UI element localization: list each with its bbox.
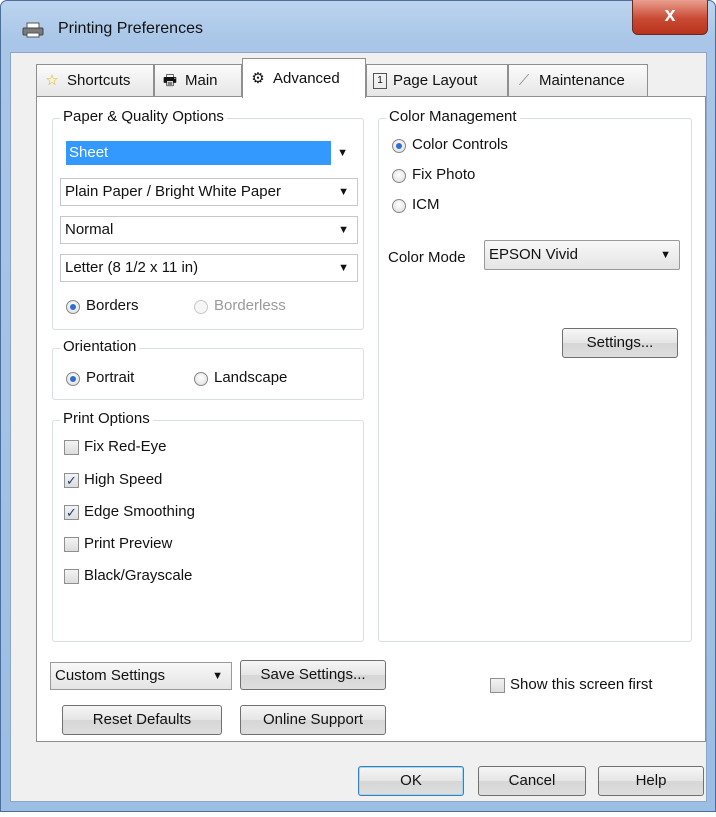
tab-maintenance[interactable]: ⟋ Maintenance xyxy=(508,64,648,96)
chevron-down-icon: ▼ xyxy=(660,249,671,261)
show-screen-first-checkbox[interactable] xyxy=(490,678,505,693)
save-settings-button[interactable]: Save Settings... xyxy=(240,660,386,690)
fix-photo-radio[interactable] xyxy=(392,169,406,183)
icm-label: ICM xyxy=(412,196,440,213)
fix-photo-label: Fix Photo xyxy=(412,166,476,183)
chevron-down-icon: ▼ xyxy=(338,224,349,236)
paper-type-value: Plain Paper / Bright White Paper xyxy=(65,183,281,200)
color-controls-radio[interactable] xyxy=(392,139,406,153)
tab-shortcuts[interactable]: ☆ Shortcuts xyxy=(36,64,154,96)
close-icon: x xyxy=(664,4,676,26)
tab-main[interactable]: 🖶 Main xyxy=(154,64,242,96)
high-speed-checkbox[interactable]: ✓ xyxy=(64,473,79,488)
close-button[interactable]: x xyxy=(632,0,708,35)
print-preview-checkbox[interactable] xyxy=(64,537,79,552)
chevron-down-icon: ▼ xyxy=(212,670,223,682)
landscape-label: Landscape xyxy=(214,369,288,386)
custom-settings-select[interactable]: Custom Settings ▼ xyxy=(50,662,232,690)
tab-label: Main xyxy=(185,71,218,89)
icm-radio[interactable] xyxy=(392,199,406,213)
color-settings-button[interactable]: Settings... xyxy=(562,328,678,358)
print-preview-label: Print Preview xyxy=(84,535,173,552)
chevron-down-icon: ▼ xyxy=(338,186,349,198)
tab-label: Advanced xyxy=(273,69,340,87)
custom-settings-value: Custom Settings xyxy=(55,667,166,684)
tab-label: Page Layout xyxy=(393,71,478,89)
ok-button[interactable]: OK xyxy=(358,766,464,796)
color-controls-label: Color Controls xyxy=(412,136,508,153)
portrait-radio[interactable] xyxy=(66,372,80,386)
paper-source-value: Sheet xyxy=(66,141,331,165)
chevron-down-icon: ▼ xyxy=(338,262,349,274)
tab-page-layout[interactable]: 1 Page Layout xyxy=(366,64,508,96)
edge-smoothing-label: Edge Smoothing xyxy=(84,503,195,520)
fix-red-eye-label: Fix Red-Eye xyxy=(84,438,167,455)
orientation-label: Orientation xyxy=(60,338,140,355)
window-title: Printing Preferences xyxy=(58,20,203,37)
paper-source-select[interactable]: Sheet ▼ xyxy=(62,140,356,165)
print-options-label: Print Options xyxy=(60,410,153,427)
paper-size-value: Letter (8 1/2 x 11 in) xyxy=(65,259,199,276)
borders-label: Borders xyxy=(86,297,139,314)
color-management-label: Color Management xyxy=(386,108,520,125)
black-grayscale-checkbox[interactable] xyxy=(64,569,79,584)
paper-quality-label: Paper & Quality Options xyxy=(60,108,227,125)
edge-smoothing-checkbox[interactable]: ✓ xyxy=(64,505,79,520)
color-mode-value: EPSON Vivid xyxy=(489,246,578,263)
cancel-button[interactable]: Cancel xyxy=(478,766,586,796)
borderless-label: Borderless xyxy=(214,297,286,314)
portrait-label: Portrait xyxy=(86,369,135,386)
online-support-button[interactable]: Online Support xyxy=(240,705,386,735)
reset-defaults-button[interactable]: Reset Defaults xyxy=(62,705,222,735)
color-mode-label: Color Mode xyxy=(388,249,466,266)
page-icon: 1 xyxy=(373,72,387,89)
tab-label: Shortcuts xyxy=(67,71,131,89)
color-mode-select[interactable]: EPSON Vivid ▼ xyxy=(484,240,680,270)
quality-value: Normal xyxy=(65,221,114,238)
wrench-icon: ⟋ xyxy=(518,71,530,89)
quality-select[interactable]: Normal ▼ xyxy=(60,216,358,244)
paper-size-select[interactable]: Letter (8 1/2 x 11 in) ▼ xyxy=(60,254,358,282)
star-icon: ☆ xyxy=(45,71,59,89)
black-grayscale-label: Black/Grayscale xyxy=(84,567,193,584)
show-screen-first-label: Show this screen first xyxy=(510,676,653,693)
paper-type-select[interactable]: Plain Paper / Bright White Paper ▼ xyxy=(60,178,358,206)
printer-icon: 🖶 xyxy=(162,71,178,89)
tab-advanced[interactable]: ⚙ Advanced xyxy=(242,58,366,98)
help-button[interactable]: Help xyxy=(598,766,704,796)
printer-app-icon xyxy=(22,22,44,38)
chevron-down-icon: ▼ xyxy=(337,147,348,159)
borderless-radio[interactable] xyxy=(194,300,208,314)
landscape-radio[interactable] xyxy=(194,372,208,386)
tab-label: Maintenance xyxy=(539,71,625,89)
borders-radio[interactable] xyxy=(66,300,80,314)
gears-icon: ⚙ xyxy=(251,69,265,87)
fix-red-eye-checkbox[interactable] xyxy=(64,440,79,455)
high-speed-label: High Speed xyxy=(84,471,163,488)
